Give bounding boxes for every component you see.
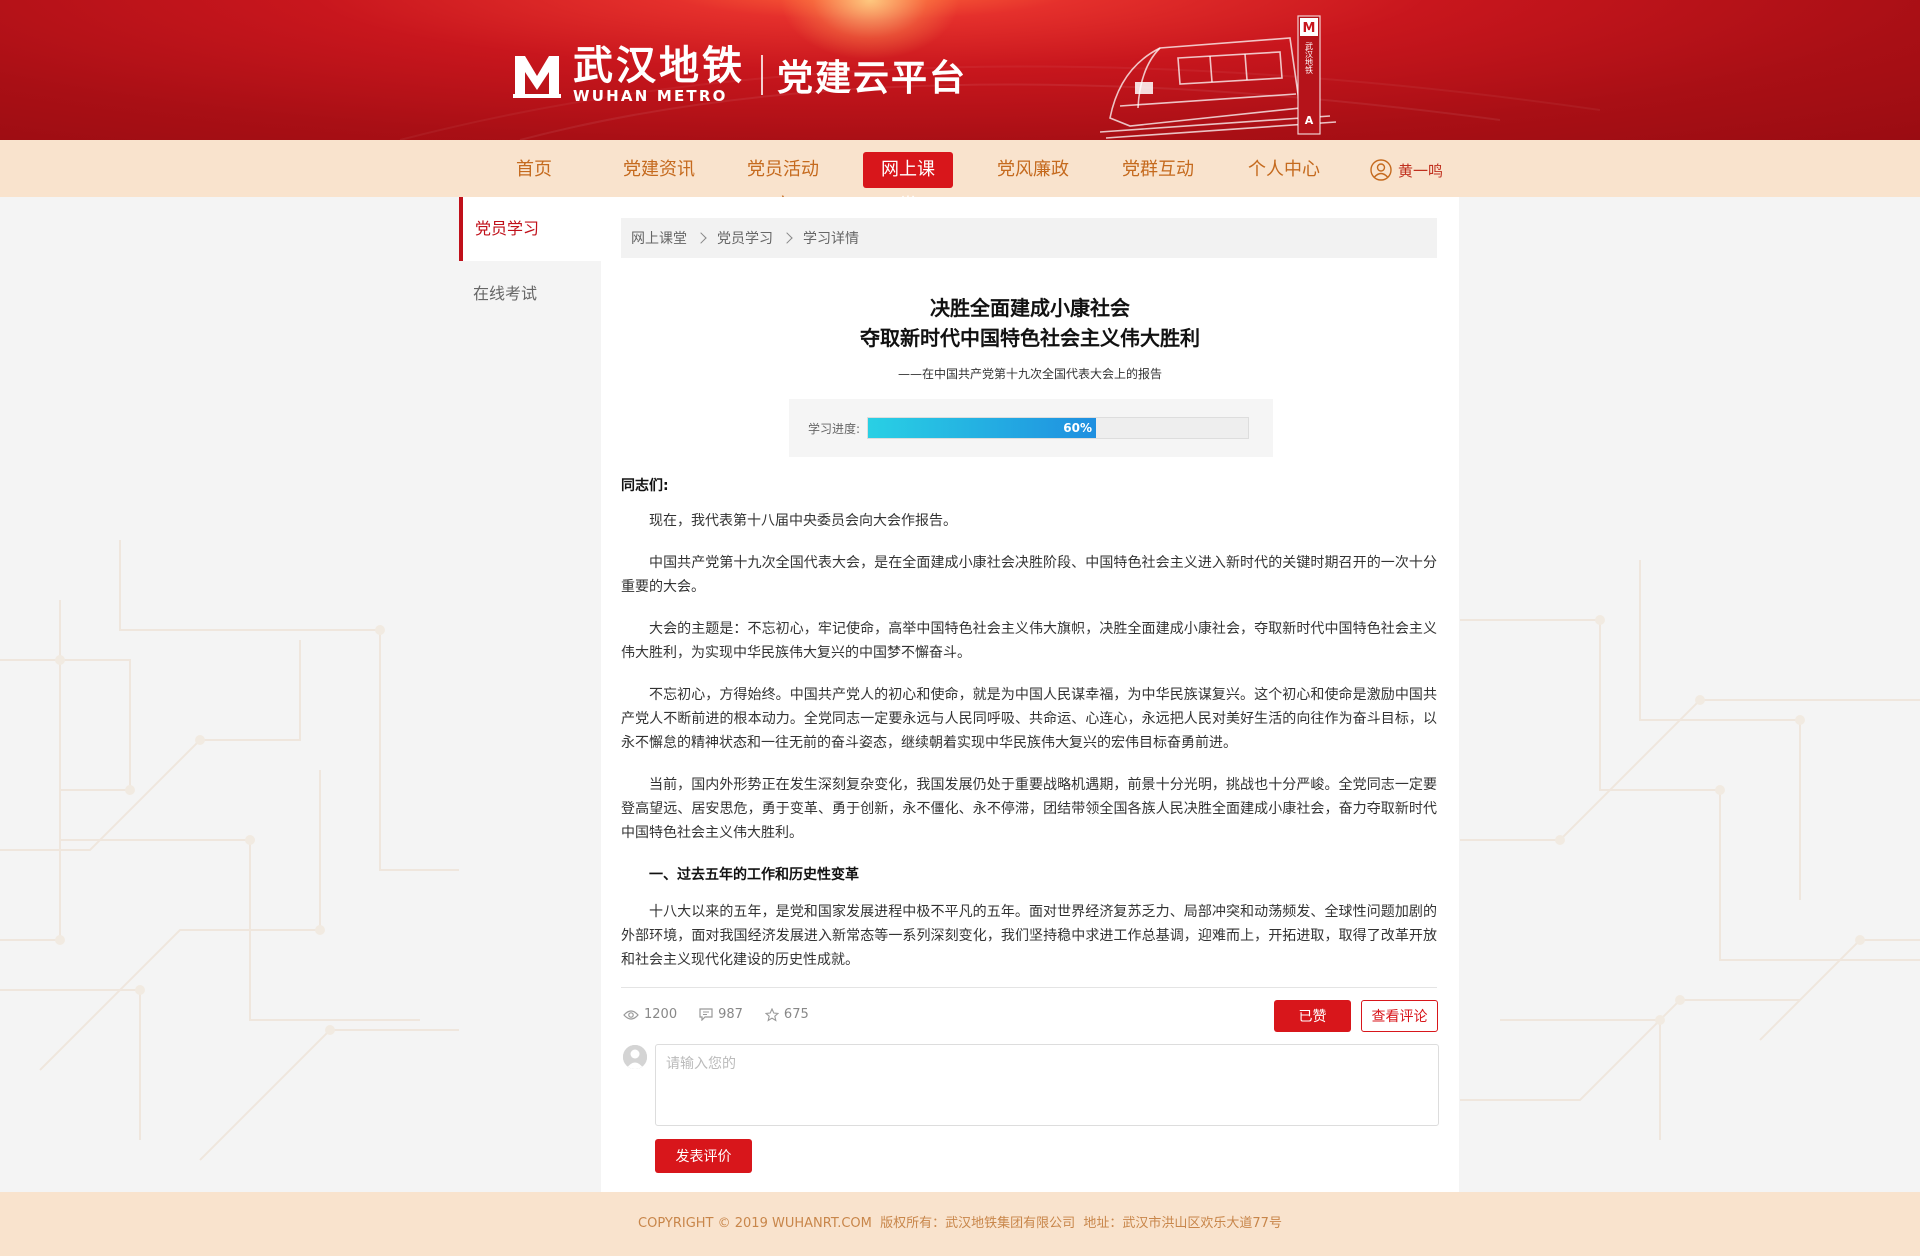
eye-icon [623,1009,639,1020]
sign-letter: A [1305,114,1314,127]
comments-stat: 987 [699,1007,743,1022]
breadcrumb-study-detail: 学习详情 [803,231,859,247]
article-paragraph: 大会的主题是：不忘初心，牢记使命，高举中国特色社会主义伟大旗帜，决胜全面建成小康… [621,621,1437,661]
sidebar-item-online-exam[interactable]: 在线考试 [459,262,601,326]
article-paragraph: 不忘初心，方得始终。中国共产党人的初心和使命，就是为中国人民谋幸福，为中华民族谋… [621,687,1437,751]
favorites-count: 675 [783,1007,809,1022]
nav-item-party-news[interactable]: 党建资讯 [613,152,705,188]
sign-logo-letter: M [1303,21,1316,36]
site-header: 武汉地铁 WUHAN METRO 党建云平台 M 武汉地铁 A [0,0,1920,140]
star-icon [764,1007,779,1022]
brand-name-en: WUHAN METRO [573,87,728,105]
main-content: 网上课堂 党员学习 学习详情 决胜全面建成小康社会 夺取新时代中国特色社会主义伟… [601,197,1459,1192]
platform-title: 党建云平台 [777,58,968,99]
progress-fill: 60% [868,418,1096,438]
article-paragraph: 现在，我代表第十八届中央委员会向大会作报告。 [649,513,957,529]
site-logo[interactable]: 武汉地铁 WUHAN METRO 党建云平台 [511,46,967,104]
article-body: 同志们: 现在，我代表第十八届中央委员会向大会作报告。 中国共产党第十九次全国代… [621,474,1437,990]
user-name: 黄一鸣 [1398,161,1444,180]
nav-item-online-class[interactable]: 网上课堂 [863,152,953,216]
nav-item-integrity[interactable]: 党风廉政 [987,152,1079,188]
default-avatar-icon [623,1045,647,1069]
article-paragraph: 中国共产党第十九次全国代表大会，是在全面建成小康社会决胜阶段、中国特色社会主义进… [621,555,1437,595]
progress-percent: 60% [1063,421,1092,435]
chevron-right-icon [695,232,707,244]
view-comments-button[interactable]: 查看评论 [1361,1000,1438,1032]
site-footer: COPYRIGHT © 2019 WUHANRT.COM 版权所有：武汉地铁集团… [0,1192,1920,1256]
wuhan-metro-logo-icon [513,56,561,98]
article-paragraph: 十八大以来的五年，是党和国家发展进程中极不平凡的五年。面对世界经济复苏乏力、局部… [621,904,1437,968]
article-title-line1: 决胜全面建成小康社会 [930,296,1130,320]
nav-item-activity-room[interactable]: 党员活动室 [733,152,833,216]
article-greeting: 同志们: [621,478,669,494]
comment-icon [699,1008,713,1021]
breadcrumb: 网上课堂 党员学习 学习详情 [621,218,1437,258]
nav-item-personal-center[interactable]: 个人中心 [1238,152,1330,188]
nav-item-interaction[interactable]: 党群互动 [1112,152,1204,188]
liked-button[interactable]: 已赞 [1274,1000,1351,1032]
avatar [623,1045,647,1069]
brand-name-cn: 武汉地铁 [573,43,745,89]
breadcrumb-party-study[interactable]: 党员学习 [717,228,773,248]
nav-item-home[interactable]: 首页 [504,152,564,188]
breadcrumb-online-class[interactable]: 网上课堂 [631,228,687,248]
study-progress: 学习进度: 60% [789,399,1273,457]
article-subtitle: ——在中国共产党第十九次全国代表大会上的报告 [897,367,1162,381]
comments-count: 987 [718,1007,743,1022]
sidebar-item-party-study[interactable]: 党员学习 [459,197,601,261]
article-title: 决胜全面建成小康社会 夺取新时代中国特色社会主义伟大胜利 [601,293,1459,353]
submit-comment-button[interactable]: 发表评价 [655,1139,752,1173]
progress-label: 学习进度: [808,422,861,436]
favorites-stat: 675 [764,1007,809,1022]
article-title-line2: 夺取新时代中国特色社会主义伟大胜利 [860,326,1200,350]
article-paragraph: 当前，国内外形势正在发生深刻复杂变化，我国发展仍处于重要战略机遇期，前景十分光明… [621,777,1437,841]
chevron-right-icon [781,232,793,244]
user-menu[interactable]: 黄一鸣 [1370,152,1443,188]
user-circle-icon [1370,159,1392,181]
side-menu: 党员学习 在线考试 [459,197,601,1192]
train-illustration: M 武汉地铁 A [1100,15,1337,139]
section-heading: 一、过去五年的工作和历史性变革 [649,867,859,883]
content-divider [621,987,1437,988]
main-nav: 首页 党建资讯 党员活动室 网上课堂 党风廉政 党群互动 个人中心 黄一鸣 [0,140,1920,216]
footer-copyright: COPYRIGHT © 2019 WUHANRT.COM 版权所有：武汉地铁集团… [638,1216,1282,1231]
views-count: 1200 [644,1007,678,1022]
comment-input[interactable] [655,1044,1439,1126]
article-stats: 1200 987 675 [623,1007,831,1022]
views-stat: 1200 [623,1007,677,1022]
progress-bar: 60% [867,417,1249,439]
logo-divider [761,55,763,95]
sign-text: 武汉地铁 [1305,41,1314,75]
logo-text: 武汉地铁 WUHAN METRO [573,46,745,104]
